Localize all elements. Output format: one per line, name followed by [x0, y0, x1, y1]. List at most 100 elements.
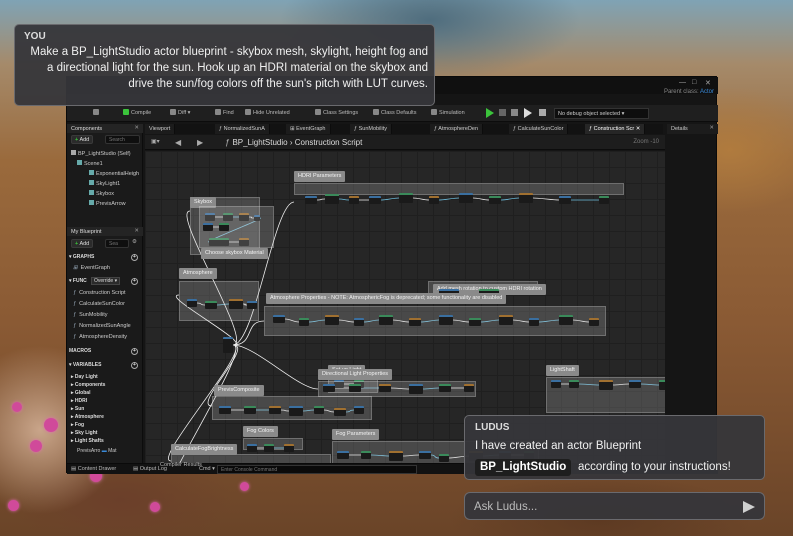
close-details-icon[interactable]: ✕: [709, 125, 714, 131]
graph-node[interactable]: [419, 451, 431, 459]
find-button[interactable]: Find: [215, 109, 234, 116]
tab-calculate-sun-color[interactable]: ƒ CalculateSunColor: [509, 124, 569, 134]
comment-title[interactable]: PrevisComposite: [214, 385, 264, 396]
graph-node[interactable]: [219, 223, 229, 231]
component-skylight[interactable]: SkyLight1: [89, 180, 120, 187]
blueprint-chip[interactable]: BP_LightStudio: [475, 459, 572, 476]
add-graph-icon[interactable]: +: [131, 254, 138, 261]
graph-node[interactable]: [469, 318, 481, 326]
save-icon[interactable]: [93, 109, 101, 116]
add-function-icon[interactable]: +: [131, 278, 138, 285]
compiler-results-button[interactable]: Compiler Results: [160, 462, 202, 468]
component-fog[interactable]: ExponentialHeigh: [89, 170, 139, 177]
cmd-dropdown[interactable]: Cmd ▾: [199, 466, 215, 472]
variables-section[interactable]: ▾ VARIABLES +: [69, 362, 141, 370]
graph-node[interactable]: [314, 406, 324, 414]
graph-node[interactable]: [464, 384, 474, 392]
graph-node[interactable]: [205, 301, 217, 309]
variable-item[interactable]: PrevisArro ▬ Mat: [77, 448, 116, 454]
simulation-button[interactable]: Simulation: [431, 109, 465, 116]
graph-node[interactable]: [519, 193, 533, 203]
functions-section[interactable]: ▾ FUNC Override ▾ +: [69, 277, 141, 286]
variable-category[interactable]: ▸ HDRI: [71, 398, 87, 404]
details-tab[interactable]: Details ✕: [667, 124, 718, 134]
graph-node[interactable]: [599, 196, 609, 204]
graph-node[interactable]: [459, 193, 473, 203]
graph-node[interactable]: [589, 318, 599, 326]
graph-node[interactable]: [323, 384, 335, 392]
graph-node[interactable]: [599, 380, 613, 390]
graphs-section[interactable]: ▾ GRAPHS +: [69, 254, 141, 262]
graph-node[interactable]: [187, 299, 197, 307]
close-components-icon[interactable]: ✕: [134, 125, 139, 131]
component-previs-arrow[interactable]: PrevisArrow: [89, 200, 126, 207]
variable-category[interactable]: ▸ Global: [71, 390, 90, 396]
graph-node[interactable]: [429, 196, 439, 204]
graph-node[interactable]: [659, 380, 665, 390]
macros-section[interactable]: MACROS +: [69, 348, 141, 356]
graph-options-icon[interactable]: ▣▾: [151, 138, 160, 145]
graph-node[interactable]: [273, 315, 285, 323]
options-icon[interactable]: [539, 109, 546, 116]
graph-node[interactable]: [349, 384, 361, 392]
components-add-button[interactable]: + Add: [71, 135, 94, 144]
graph-node[interactable]: [361, 451, 371, 459]
graph-node[interactable]: [379, 384, 391, 392]
my-blueprint-add-button[interactable]: + Add: [71, 239, 94, 248]
event-graph-item[interactable]: ⊞ EventGraph: [73, 265, 110, 271]
tab-event-graph[interactable]: ⊞ EventGraph: [286, 124, 331, 134]
graph-node[interactable]: [439, 315, 453, 325]
function-item[interactable]: ƒ AtmosphereDensity: [73, 334, 127, 340]
tab-viewport[interactable]: Viewport: [145, 124, 176, 134]
tab-construction-script[interactable]: ƒ Construction Scr ✕: [585, 124, 646, 134]
component-scene[interactable]: Scene1: [77, 160, 103, 167]
tab-sun-mobility[interactable]: ƒ SunMobility: [350, 124, 393, 134]
graph-node[interactable]: [569, 380, 579, 388]
comment-box[interactable]: [264, 306, 606, 336]
variable-category[interactable]: ▸ Sky Light: [71, 430, 97, 436]
variable-category[interactable]: ▸ Components: [71, 382, 105, 388]
content-drawer-button[interactable]: ▤ Content Drawer: [71, 466, 116, 472]
comment-box[interactable]: [318, 381, 476, 397]
comment-title[interactable]: Fog Colors: [243, 426, 278, 437]
class-defaults-button[interactable]: Class Defaults: [373, 109, 416, 116]
graph-node[interactable]: [203, 223, 213, 231]
graph-node[interactable]: [629, 380, 641, 388]
graph-node[interactable]: [334, 408, 346, 416]
graph-node[interactable]: [489, 196, 501, 204]
function-item[interactable]: ƒ Construction Script: [73, 290, 126, 296]
tab-atmosphere-density[interactable]: ƒ AtmosphereDen: [430, 124, 484, 134]
construction-script-entry-node[interactable]: [223, 337, 233, 353]
graph-node[interactable]: [247, 301, 257, 309]
variable-category[interactable]: ▸ Atmosphere: [71, 414, 104, 420]
graph-node[interactable]: [284, 444, 294, 452]
eject-icon[interactable]: [524, 108, 532, 118]
graph-node[interactable]: [264, 444, 274, 452]
add-macro-icon[interactable]: +: [131, 348, 138, 355]
graph-node[interactable]: [439, 384, 451, 392]
graph-node[interactable]: [305, 196, 317, 204]
graph-node[interactable]: [354, 406, 364, 414]
console-command-input[interactable]: [217, 465, 417, 474]
graph-node[interactable]: [379, 315, 393, 325]
comment-title[interactable]: Directional Light Properties: [318, 369, 393, 380]
graph-node[interactable]: [551, 380, 561, 388]
forward-arrow-icon[interactable]: ▶: [197, 138, 203, 147]
graph-node[interactable]: [399, 193, 413, 203]
comment-title[interactable]: LightShaft: [546, 365, 579, 376]
graph-node[interactable]: [389, 451, 403, 461]
graph-node[interactable]: [349, 196, 359, 204]
breadcrumb-graph[interactable]: Construction Script: [295, 138, 363, 147]
components-search-input[interactable]: [105, 135, 140, 144]
variable-category[interactable]: ▸ Fog: [71, 422, 84, 428]
stop-icon[interactable]: [511, 109, 518, 116]
maximize-icon[interactable]: □: [692, 79, 696, 86]
graph-node[interactable]: [559, 196, 571, 204]
graph-node[interactable]: [439, 454, 449, 462]
minimize-icon[interactable]: —: [679, 79, 686, 86]
comment-title[interactable]: Fog Parameters: [332, 429, 380, 440]
graph-node[interactable]: [409, 384, 423, 394]
step-icon[interactable]: [499, 109, 506, 116]
function-item[interactable]: ƒ NormalizedSunAngle: [73, 323, 131, 329]
tab-normalized-sun-angle[interactable]: ƒ NormalizedSunA: [215, 124, 270, 134]
